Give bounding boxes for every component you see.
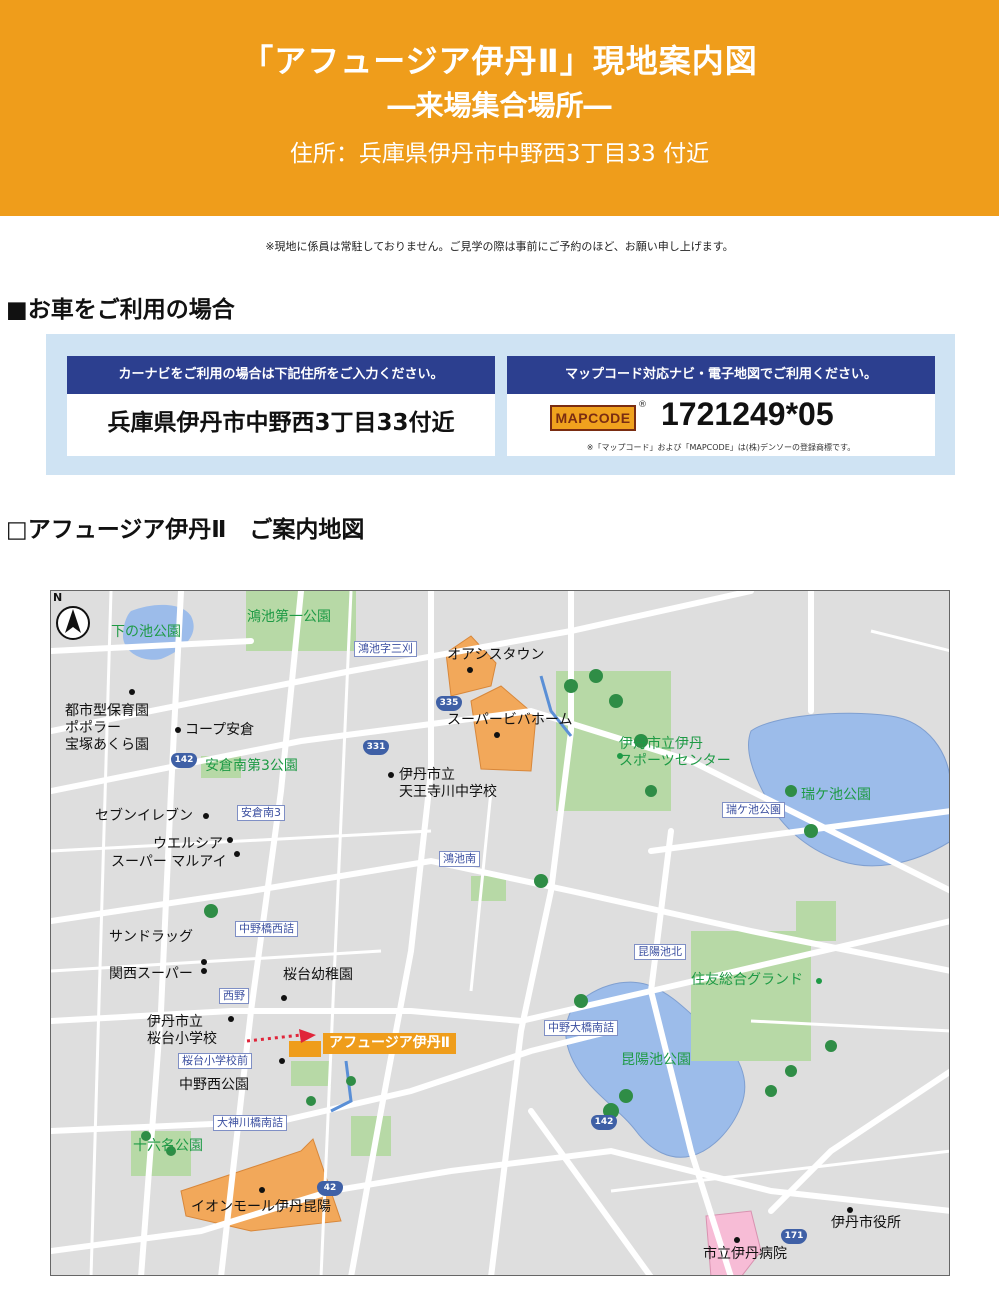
car-info-panel: カーナビをご利用の場合は下記住所をご入力ください。 兵庫県伊丹市中野西3丁目33… — [46, 334, 955, 475]
destination-flag — [299, 1029, 316, 1043]
label-tennoujigawa-jhs: 伊丹市立 天王寺川中学校 — [399, 767, 497, 800]
marker-welcia — [227, 837, 233, 843]
label-shimonoike-park: 下の池公園 — [111, 624, 181, 640]
reservation-notice: ※現地に係員は常駐しておりません。ご見学の際は事前にご予約のほど、お願い申し上げ… — [265, 240, 734, 253]
mapcode-caption: マップコード対応ナビ・電子地図でご利用ください。 — [507, 356, 935, 394]
marker-oasis-town — [467, 667, 473, 673]
navi-caption: カーナビをご利用の場合は下記住所をご入力ください。 — [67, 356, 495, 394]
signal-kounoike-azasankari: 鴻池字三刈 — [354, 641, 417, 657]
label-marui: スーパー マルアイ — [111, 854, 227, 870]
marker-super-viva-home — [494, 732, 500, 738]
route-line — [246, 1033, 302, 1043]
label-koyaike-park: 昆陽池公園 — [621, 1052, 691, 1068]
route-42-badge: 42 — [317, 1181, 343, 1196]
route-171-badge: 171 — [781, 1229, 807, 1244]
label-nakanonishi-park: 中野西公園 — [179, 1077, 249, 1093]
label-aeon-mall: イオンモール伊丹昆陽 — [191, 1199, 331, 1215]
route-142-badge: 142 — [171, 753, 197, 768]
marker-tennoujigawa-jhs — [388, 772, 394, 778]
navi-card: カーナビをご利用の場合は下記住所をご入力ください。 兵庫県伊丹市中野西3丁目33… — [67, 356, 495, 456]
signal-nakanohashi-nishizume: 中野橋西詰 — [235, 921, 298, 937]
label-sakuradai-es: 伊丹市立 桜台小学校 — [147, 1014, 217, 1047]
label-sundrug: サンドラッグ — [109, 929, 193, 945]
nakanonishi-park-area — [291, 1061, 331, 1086]
route-142-badge-2: 142 — [591, 1115, 617, 1130]
marker-marui — [234, 851, 240, 857]
marker-city-hospital — [734, 1237, 740, 1243]
label-co-op: コープ安倉 — [185, 722, 255, 738]
header-banner: 「アフュージア伊丹Ⅱ」現地案内図 ―来場集合場所― 住所：兵庫県伊丹市中野西3丁… — [0, 0, 999, 216]
label-zuigaike-park: 瑞ケ池公園 — [801, 787, 871, 803]
mapcode-value: 1721249*05 — [661, 396, 834, 432]
sumitomo-ground-area — [691, 931, 811, 1061]
signal-zuigaike-park: 瑞ケ池公園 — [722, 802, 785, 818]
page-address: 住所：兵庫県伊丹市中野西3丁目33 付近 — [289, 141, 710, 167]
compass-icon: N — [53, 591, 90, 640]
svg-text:N: N — [53, 591, 62, 604]
guide-map[interactable]: N 335 331 142 142 42 171 鴻池字三刈 安倉南3 瑞ケ池公… — [50, 590, 950, 1276]
marker-nakanonishi-park — [279, 1058, 285, 1064]
park-small-2 — [796, 901, 836, 941]
label-sports-center: 伊丹市立伊丹 スポーツセンター — [619, 736, 731, 769]
signal-oogamigawa-bashi-minamizume: 大神川橋南詰 — [213, 1115, 287, 1131]
navi-address: 兵庫県伊丹市中野西3丁目33付近 — [107, 410, 455, 436]
destination-site — [289, 1041, 321, 1057]
signal-kounoikeminami: 鴻池南 — [439, 851, 480, 867]
signal-sakuradai-es-mae: 桜台小学校前 — [178, 1053, 252, 1069]
marker-kansai-super — [201, 968, 207, 974]
map-section-heading: □アフュージア伊丹Ⅱ ご案内地図 — [6, 517, 365, 543]
marker-seven-eleven — [203, 813, 209, 819]
mapcode-trademark-note: ※「マップコード」および「MAPCODE」は(株)デンソーの登録商標です。 — [586, 443, 856, 452]
label-city-hall: 伊丹市役所 — [831, 1215, 901, 1231]
label-sumitomo-ground: 住友総合グランド — [691, 972, 803, 988]
label-oasis-town: オアシスタウン — [447, 647, 545, 663]
registered-mark: ® — [638, 400, 647, 410]
label-welcia: ウエルシア — [153, 836, 223, 852]
signal-akuraminami-3: 安倉南3 — [237, 805, 285, 821]
page-title: 「アフュージア伊丹Ⅱ」現地案内図 — [241, 42, 758, 80]
marker-sakuradai-es — [228, 1016, 234, 1022]
label-akuraminami-3-park: 安倉南第3公園 — [205, 758, 298, 774]
destination-label[interactable]: アフュージア伊丹Ⅱ — [323, 1033, 456, 1054]
marker-sumitomo-ground — [816, 978, 822, 984]
marker-nursery — [129, 689, 135, 695]
signal-koyaike-kita: 昆陽池北 — [634, 944, 686, 960]
marker-sakuradai-kindergarten — [281, 995, 287, 1001]
label-super-viva-home: スーパービバホーム — [447, 712, 573, 728]
label-sakuradai-kindergarten: 桜台幼稚園 — [283, 967, 353, 983]
label-jurokumei-park: 十六名公園 — [133, 1138, 203, 1154]
page-subtitle: ―来場集合場所― — [387, 89, 612, 122]
label-nursery: 都市型保育園 ポポラー 宝塚あくら園 — [65, 703, 149, 753]
signal-nakano-ohashi-minamizume: 中野大橋南詰 — [544, 1020, 618, 1036]
route-335-badge: 335 — [436, 696, 462, 711]
marker-sundrug — [201, 959, 207, 965]
marker-aeon-mall — [259, 1187, 265, 1193]
label-seven-eleven: セブンイレブン — [95, 808, 193, 824]
label-kounoike-1-park: 鴻池第一公園 — [247, 609, 331, 625]
route-331-badge: 331 — [363, 740, 389, 755]
label-kansai-super: 関西スーパー — [109, 966, 193, 982]
marker-city-hall — [847, 1207, 853, 1213]
car-section-heading: ■お車をご利用の場合 — [6, 297, 235, 323]
label-city-hospital: 市立伊丹病院 — [703, 1246, 787, 1262]
park-small-1 — [471, 876, 506, 901]
signal-nishino: 西野 — [219, 988, 249, 1004]
mapcode-card: マップコード対応ナビ・電子地図でご利用ください。 MAPCODE ® 17212… — [507, 356, 935, 456]
river-2 — [330, 1060, 353, 1113]
marker-co-op — [175, 727, 181, 733]
mapcode-logo: MAPCODE — [550, 405, 636, 431]
